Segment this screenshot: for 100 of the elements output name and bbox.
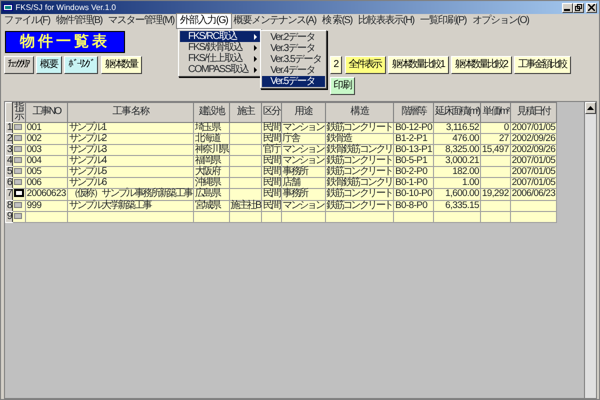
row-number[interactable]: 6 [6, 177, 12, 188]
table-cell: 476.00 [434, 133, 481, 144]
table-cell: 鉄筋コンクリート [325, 122, 394, 133]
row-number[interactable]: 9 [6, 211, 12, 222]
table-cell: マンション [281, 122, 326, 133]
table-cell: 006 [25, 177, 68, 188]
table-cell: 神奈川県 [193, 144, 230, 155]
table-cell: B1-2-P1 [394, 133, 434, 144]
menu-item[interactable]: マスター管理(M) [105, 14, 178, 28]
toolbar-button[interactable]: 全件表示 [344, 56, 386, 74]
table-cell: 民間 [262, 122, 282, 133]
toolbar-button[interactable]: 概 要 [36, 56, 62, 74]
column-header: 構 造 [325, 102, 394, 122]
toolbar-button[interactable]: 躯体数量比較1 [388, 56, 449, 74]
menu-item[interactable]: 検 索(S) [318, 14, 356, 28]
table-cell: 鉄筋コンクリート [325, 200, 394, 211]
menu-option[interactable]: Ver.3.5データ [262, 54, 325, 65]
column-header: 単価/m² [480, 102, 510, 122]
table-cell: 店舗 [281, 177, 326, 188]
window-title: FKS/SJ for Windows Ver.1.0 [16, 2, 116, 14]
toolbar-button[interactable]: ﾎﾞｰﾘﾝｸﾞ [64, 56, 98, 74]
row-number[interactable]: 8 [6, 200, 12, 211]
menu-item[interactable]: ファイル(F) [1, 14, 53, 28]
table-cell: マンション [281, 144, 326, 155]
menu-option[interactable]: FKS/鉄骨取込 [180, 42, 260, 53]
column-header: 工事NO [25, 102, 68, 122]
table-cell: 2002/09/26 [510, 144, 557, 155]
table-cell: 2007/01/05 [510, 155, 557, 166]
table-cell: 3,116.52 [434, 122, 481, 133]
toolbar-button[interactable]: ﾁｪｯｸｸﾘｱ [4, 56, 34, 74]
table-cell: B0-5-P1 [394, 155, 434, 166]
table-cell: 001 [25, 122, 68, 133]
column-header: 工 事 名 称 [67, 102, 194, 122]
table-cell: 15,497 [480, 144, 510, 155]
menu-item[interactable]: 概要メンテナンス(A) [230, 14, 319, 28]
menu-item[interactable]: 一覧印刷(P) [416, 14, 470, 28]
table-cell: 民間 [262, 155, 282, 166]
toolbar-button[interactable]: 2 [330, 56, 342, 74]
column-header: 階層等 [394, 102, 434, 122]
table-cell: マンション [281, 200, 326, 211]
menu-option[interactable]: Ver.4データ [262, 65, 325, 76]
table-cell: サンプル6 [67, 177, 194, 188]
table-cell: 鉄筋コンクリート [325, 188, 394, 200]
table-cell: 2007/01/05 [510, 166, 557, 177]
row-number[interactable]: 3 [6, 144, 12, 155]
table-cell: 2007/01/05 [510, 122, 557, 133]
table-cell: 宮城県 [193, 200, 230, 211]
table-cell: 鉄骨造 [325, 133, 394, 144]
table-cell: 施主社B [229, 200, 262, 211]
table-cell: B0-2-P0 [394, 166, 434, 177]
table-cell: 2007/01/05 [510, 177, 557, 188]
table-cell: 庁舎 [281, 133, 326, 144]
row-number[interactable]: 7 [6, 188, 12, 200]
table-cell: サンプル2 [67, 133, 194, 144]
menu-item[interactable]: 外部入力(G) [177, 14, 231, 28]
table-cell: 民間 [262, 177, 282, 188]
row-number[interactable]: 2 [6, 133, 12, 144]
menu-option[interactable]: Ver.3データ [262, 43, 325, 54]
column-header: 延床面積(m²) [434, 102, 481, 122]
menu-option[interactable]: FKS/RC取込 [180, 31, 260, 42]
table-cell: サンプル3 [67, 144, 194, 155]
row-number[interactable]: 1 [6, 122, 12, 133]
table-cell: 6,335.15 [434, 200, 481, 211]
table-cell: 鉄筋コンクリート [325, 155, 394, 166]
toolbar-button[interactable]: 躯体数量 [100, 56, 142, 74]
menu-item[interactable]: オプション(O) [469, 14, 532, 28]
table-cell: サンプル大学新築工事 [67, 200, 194, 211]
column-header: 指示 [12, 102, 26, 122]
table-cell: 福岡県 [193, 155, 230, 166]
menu-option[interactable]: Ver.5データ [262, 76, 325, 87]
toolbar-button[interactable]: 工事金額比較 [514, 56, 572, 74]
table-cell: 事務所 [281, 188, 326, 200]
column-header: 建設地 [193, 102, 230, 122]
menu-option[interactable]: FKS/仕上取込 [180, 53, 260, 64]
row-number[interactable]: 5 [6, 166, 12, 177]
table-cell: B0-8-P0 [394, 200, 434, 211]
toolbar-button[interactable]: 印 刷 [330, 76, 356, 94]
table-cell: 官庁 [262, 144, 282, 155]
table-cell: 19,292 [480, 188, 510, 200]
menu-option[interactable]: Ver.2データ [262, 32, 325, 43]
toolbar-button[interactable]: 躯体数量比較2 [451, 56, 512, 74]
column-header: 区分 [262, 102, 282, 122]
column-header: 施主 [229, 102, 262, 122]
table-cell: 埼玉県 [193, 122, 230, 133]
table-cell: 1,600.00 [434, 188, 481, 200]
table-cell: 004 [25, 155, 68, 166]
table-cell: 鉄筋コンクリート [325, 166, 394, 177]
table-cell: 民間 [262, 133, 282, 144]
table-cell: マンション [281, 155, 326, 166]
table-cell: 北海道 [193, 133, 230, 144]
menu-item[interactable]: 物件管理(B) [52, 14, 106, 28]
table-cell: 2002/09/26 [510, 133, 557, 144]
row-number[interactable]: 4 [6, 155, 12, 166]
table-cell: 20060623 [25, 188, 68, 200]
table-cell: 005 [25, 166, 68, 177]
table-cell: 沖縄県 [193, 177, 230, 188]
menu-item[interactable]: 比較表表示(H) [355, 14, 417, 28]
table-cell: 27 [480, 133, 510, 144]
table-cell: B0-12-P0 [394, 122, 434, 133]
menu-option[interactable]: COMPASS取込 [180, 64, 260, 75]
